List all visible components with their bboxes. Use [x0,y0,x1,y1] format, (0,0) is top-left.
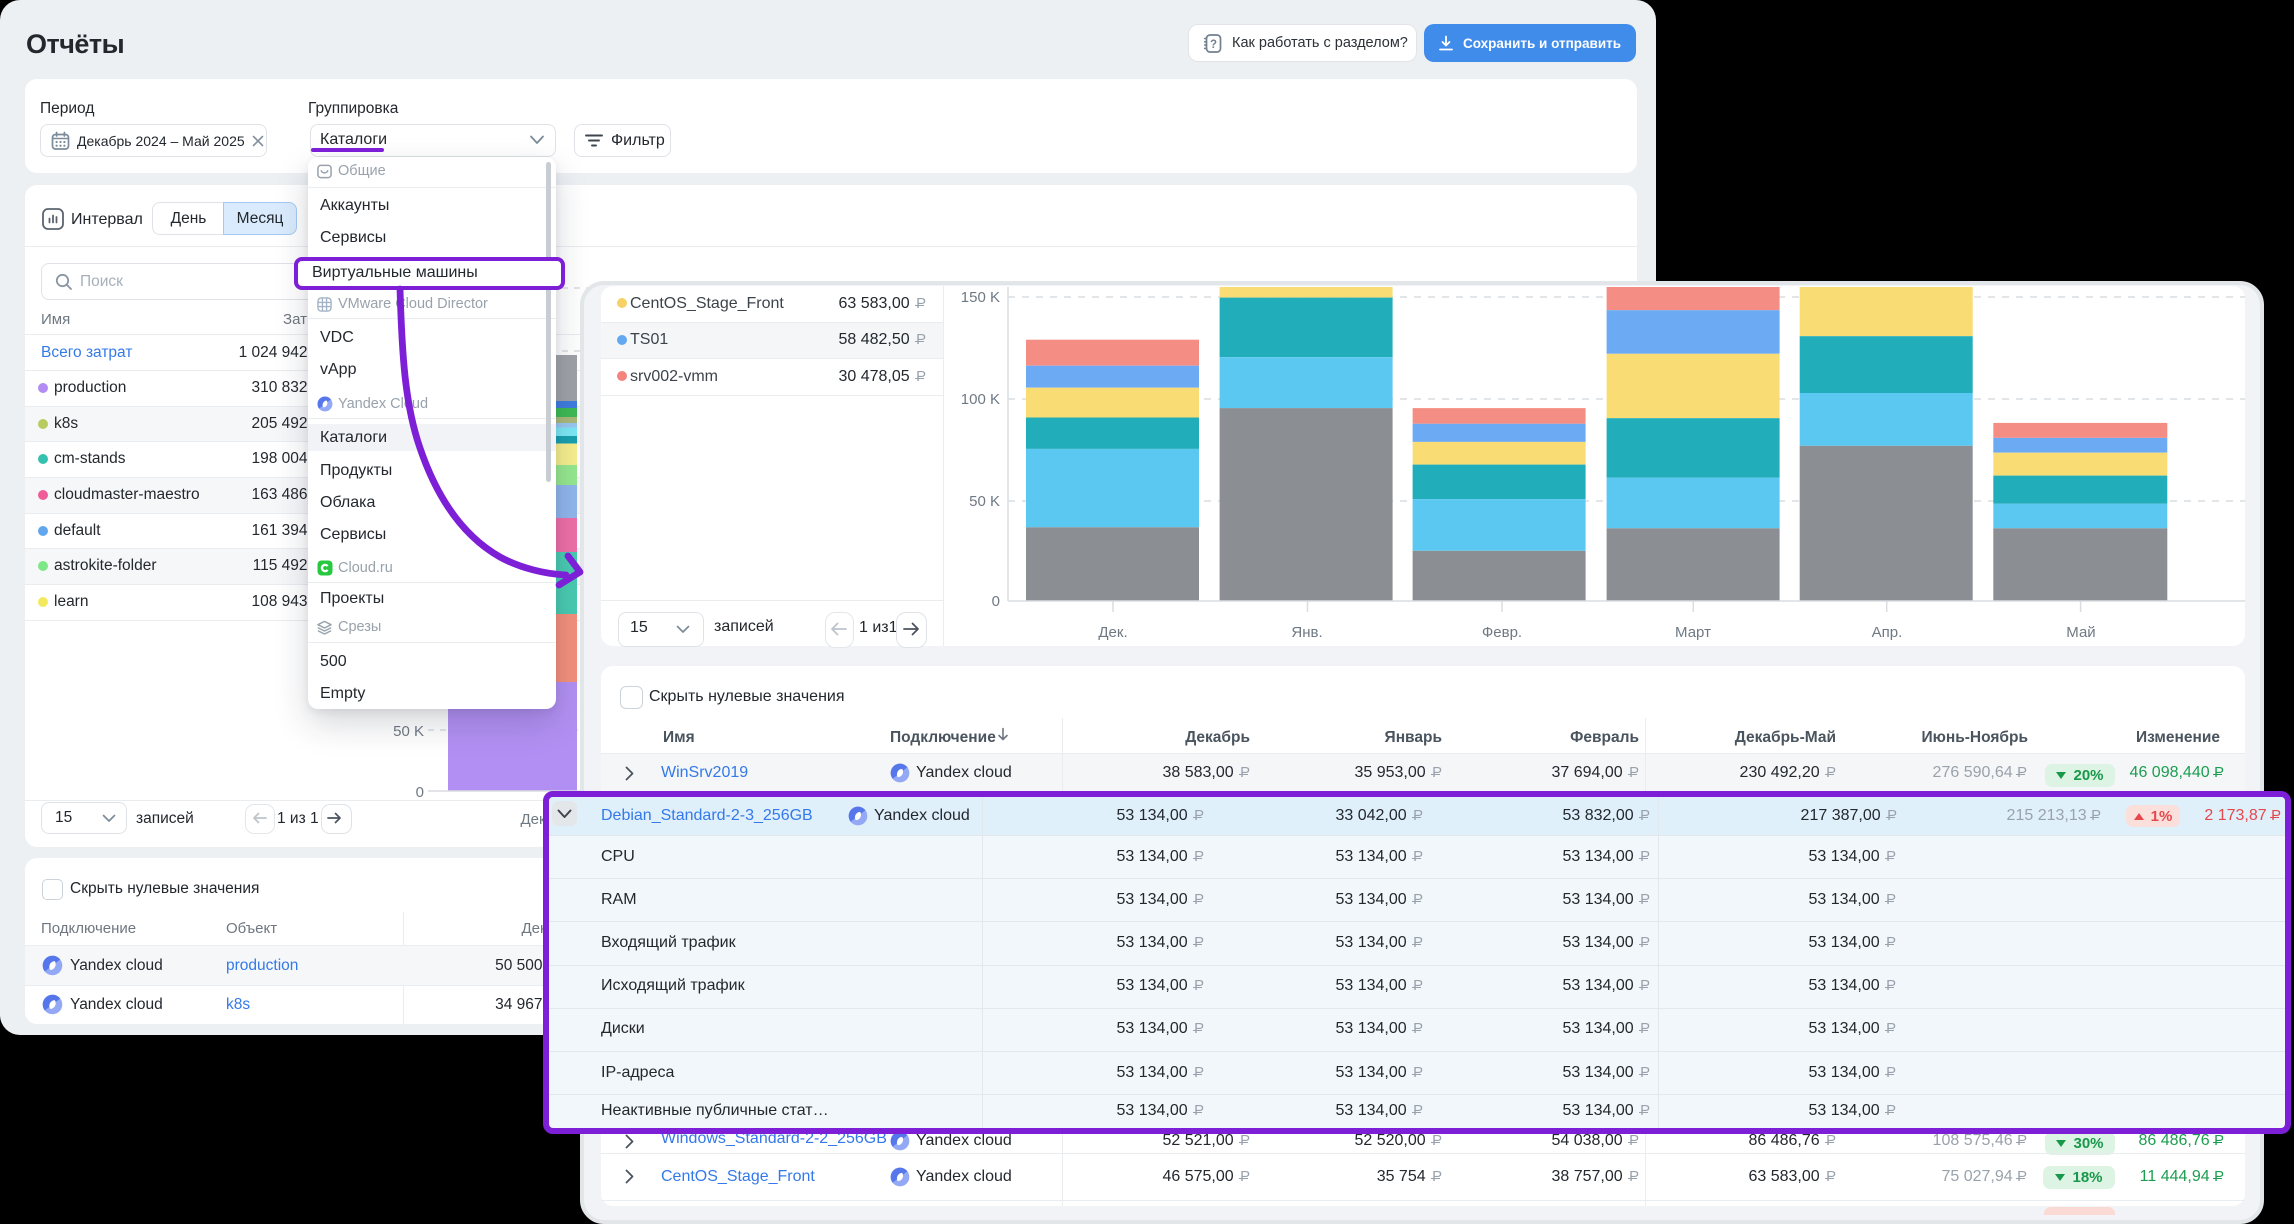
svg-text:Март: Март [1675,624,1711,641]
svg-text:Май: Май [2066,624,2095,641]
svg-text:Дек.: Дек. [1098,624,1127,641]
svg-text:Янв.: Янв. [1291,624,1322,641]
svg-text:100 K: 100 K [961,391,1000,408]
svg-text:Апр.: Апр. [1872,624,1903,641]
svg-text:?: ? [1210,38,1217,50]
svg-text:Февр.: Февр. [1482,624,1522,641]
svg-text:50 K: 50 K [969,493,1000,510]
svg-text:150 K: 150 K [961,289,1000,306]
svg-text:0: 0 [992,593,1000,610]
